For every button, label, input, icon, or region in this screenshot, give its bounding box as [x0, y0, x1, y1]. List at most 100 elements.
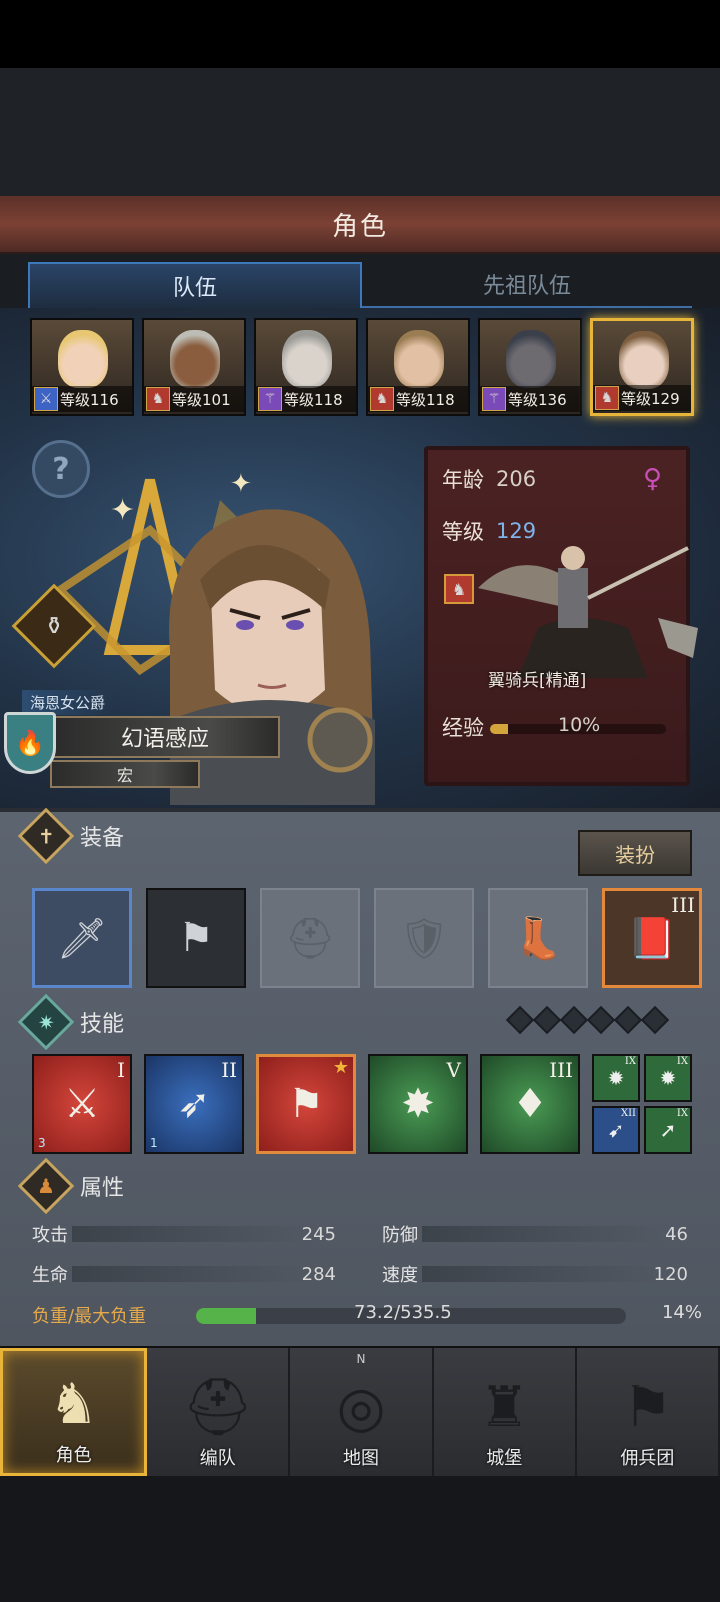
bottom-nav: ♞ 角色 ⛑ 编队 N ◎ 地图 ♜ 城堡 ⚑ 佣兵团 — [0, 1346, 720, 1476]
flame-shield-icon[interactable]: 🔥 — [4, 712, 56, 774]
skill-tier: IX — [676, 1108, 688, 1119]
member-portrait — [619, 331, 669, 389]
skill-5[interactable]: ♦ III — [480, 1054, 580, 1154]
page-title: 角色 — [331, 211, 388, 242]
passive-skills: ✹ IX ✹ IX ➹ XII ➚ IX — [592, 1054, 692, 1154]
equip-slot-banner[interactable]: ⚑ — [146, 888, 246, 988]
dress-up-button[interactable]: 装扮 — [578, 830, 692, 876]
horse-icon: ♞ — [146, 387, 170, 411]
skill-tier: III — [549, 1058, 573, 1082]
equipment-header: ✝ 装备 — [17, 807, 124, 865]
staff-icon: ⚚ — [482, 387, 506, 411]
team-member-3[interactable]: ⚚ 等级118 — [254, 318, 358, 416]
sword-break-icon: ⚔ — [64, 1081, 100, 1127]
skill-rank: 3 — [38, 1136, 46, 1150]
arm-icon: ➚ — [659, 1118, 677, 1142]
equip-slot-armor[interactable]: 🛡 — [374, 888, 474, 988]
star-burst-icon: ✷ — [17, 993, 75, 1051]
member-portrait — [282, 330, 332, 388]
nav-formation[interactable]: ⛑ 编队 — [147, 1348, 291, 1476]
stat-speed: 速度 120 — [382, 1262, 688, 1287]
nav-mercenaries[interactable]: ⚑ 佣兵团 — [576, 1348, 720, 1476]
crystal-hand-icon: ♦ — [512, 1081, 548, 1127]
member-level: 等级101 — [172, 390, 231, 409]
stat-attack: 攻击 245 — [32, 1222, 336, 1247]
age-value: 206 — [496, 467, 537, 491]
skills-header: ✷ 技能 — [17, 993, 125, 1051]
team-member-4[interactable]: ♞ 等级118 — [366, 318, 470, 416]
passive-skill-3[interactable]: ➹ XII — [592, 1106, 640, 1154]
nav-label: 角色 — [55, 1445, 92, 1466]
exp-row: 经验 — [442, 712, 484, 742]
stat-hp: 生命 284 — [32, 1262, 336, 1287]
member-portrait — [58, 330, 108, 388]
skill-tier: V — [446, 1058, 461, 1082]
load-percent: 14% — [661, 1302, 702, 1323]
exp-label: 经验 — [442, 716, 484, 740]
nav-castle[interactable]: ♜ 城堡 — [433, 1348, 577, 1476]
team-member-1[interactable]: ⚔ 等级116 — [30, 318, 134, 416]
team-member-2[interactable]: ♞ 等级101 — [142, 318, 246, 416]
figure-icon: ♟ — [17, 1157, 75, 1215]
skill-tier: XII — [620, 1108, 636, 1119]
load-value: 73.2/535.5 — [354, 1302, 452, 1323]
tab-team[interactable]: 队伍 — [28, 262, 362, 308]
horse-icon: ♞ — [444, 574, 474, 604]
skill-slot-diamond — [559, 1005, 589, 1035]
star-icon: ★ — [332, 1057, 349, 1078]
exp-bar-fill — [490, 724, 508, 734]
age-row: 年龄 206 — [442, 464, 536, 494]
skill-tier: II — [221, 1058, 237, 1082]
passive-skill-4[interactable]: ➚ IX — [644, 1106, 692, 1154]
compass-icon: ◎ — [336, 1375, 386, 1440]
skill-2[interactable]: ➶ II 1 — [144, 1054, 244, 1154]
member-level-bar: ⚔ 等级116 — [32, 386, 132, 412]
stat-value: 284 — [301, 1263, 336, 1285]
equipment-slots: 🗡 ⚑ ⛑ 🛡 👢 📕 III — [32, 888, 702, 988]
passive-skill-1[interactable]: ✹ IX — [592, 1054, 640, 1102]
attributes-header: ♟ 属性 — [17, 1157, 124, 1215]
skill-slot-diamond — [640, 1005, 670, 1035]
nav-label: 城堡 — [486, 1448, 523, 1469]
nav-label: 地图 — [343, 1448, 379, 1469]
burst-icon: ✹ — [607, 1066, 625, 1090]
skills-list: ⚔ I 3 ➶ II 1 ⚑ ★ ✸ V ♦ III — [32, 1054, 580, 1154]
skills-label: 技能 — [80, 1012, 125, 1037]
team-member-6[interactable]: ♞ 等级129 — [590, 318, 694, 416]
tab-ancestor-team[interactable]: 先祖队伍 — [362, 262, 692, 308]
member-level: 等级129 — [621, 389, 680, 408]
equip-slot-boots[interactable]: 👢 — [488, 888, 588, 988]
skill-4[interactable]: ✸ V — [368, 1054, 468, 1154]
stat-value: 120 — [653, 1263, 688, 1285]
team-member-5[interactable]: ⚚ 等级136 — [478, 318, 582, 416]
exp-value: 10% — [558, 714, 601, 736]
load-bar-fill — [196, 1308, 257, 1324]
member-level-bar: ♞ 等级101 — [144, 386, 244, 412]
female-icon: ♀ — [642, 464, 662, 494]
north-marker: N — [356, 1352, 366, 1366]
equip-slot-book[interactable]: 📕 III — [602, 888, 702, 988]
member-level: 等级116 — [60, 390, 119, 409]
equip-slot-sword[interactable]: 🗡 — [32, 888, 132, 988]
skill-slot-diamond — [586, 1005, 616, 1035]
skill-3[interactable]: ⚑ ★ — [256, 1054, 356, 1154]
load-row: 负重/最大负重 73.2/535.5 14% — [32, 1302, 702, 1330]
equip-slot-helmet[interactable]: ⛑ — [260, 888, 360, 988]
member-level-bar: ⚚ 等级136 — [480, 386, 580, 412]
skill-1[interactable]: ⚔ I 3 — [32, 1054, 132, 1154]
armor-icon: 🛡 — [398, 915, 450, 962]
nav-character[interactable]: ♞ 角色 — [0, 1348, 148, 1476]
stat-bar — [72, 1226, 312, 1242]
passive-skill-2[interactable]: ✹ IX — [644, 1054, 692, 1102]
hero-ability-banner: 幻语感应 — [50, 716, 280, 758]
nav-map[interactable]: N ◎ 地图 — [290, 1348, 434, 1476]
boots-icon: 👢 — [513, 915, 563, 962]
banner-icon: ⚑ — [288, 1081, 324, 1127]
stat-value: 245 — [301, 1223, 336, 1245]
member-portrait — [506, 330, 556, 388]
stat-bar — [72, 1266, 312, 1282]
skill-tier: IX — [624, 1056, 636, 1067]
horse-icon: ♞ — [370, 387, 394, 411]
stat-bar — [422, 1266, 662, 1282]
skill-slot-indicators — [505, 1005, 670, 1035]
